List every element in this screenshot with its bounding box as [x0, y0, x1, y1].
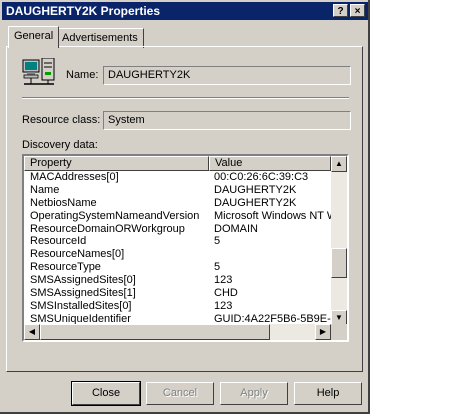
separator	[22, 97, 349, 99]
property-cell: SMSAssignedSites[0]	[30, 274, 136, 287]
column-header-property[interactable]: Property	[24, 156, 209, 171]
table-row[interactable]: SMSInstalledSites[0] 123	[24, 300, 331, 313]
property-cell: NetbiosName	[30, 196, 97, 209]
property-cell: Name	[30, 183, 60, 196]
table-row[interactable]: ResourceId 5	[24, 235, 331, 248]
property-cell: SMSAssignedSites[1]	[30, 287, 136, 300]
help-button[interactable]: Help	[294, 382, 362, 405]
resource-class-label: Resource class:	[22, 114, 101, 126]
table-row[interactable]: ResourceType 5	[24, 261, 331, 274]
apply-button[interactable]: Apply	[220, 382, 288, 405]
computer-icon	[22, 58, 55, 85]
table-row[interactable]: ResourceDomainORWorkgroup DOMAIN	[24, 223, 331, 236]
property-cell: MACAddresses[0]	[30, 171, 119, 183]
name-field[interactable]: DAUGHERTY2K	[103, 66, 351, 85]
close-button[interactable]: Close	[71, 381, 141, 406]
scroll-up-icon[interactable]: ▲	[331, 156, 347, 172]
table-row[interactable]: NetbiosName DAUGHERTY2K	[24, 197, 331, 210]
tab-general[interactable]: General	[8, 26, 60, 48]
name-label: Name:	[66, 69, 99, 81]
scroll-right-icon[interactable]: ▶	[315, 324, 331, 340]
tab-advertisements[interactable]: Advertisements	[56, 28, 144, 48]
scroll-left-icon[interactable]: ◀	[24, 324, 40, 340]
horizontal-scroll-thumb[interactable]	[40, 324, 270, 340]
table-row[interactable]: OperatingSystemNameandVersion Microsoft W…	[24, 210, 331, 223]
value-cell: 00:C0:26:6C:39:C3	[214, 171, 309, 183]
table-row[interactable]: SMSAssignedSites[0] 123	[24, 274, 331, 287]
vertical-scrollbar[interactable]: ▲ ▼	[331, 156, 347, 326]
title-bar[interactable]: DAUGHERTY2K Properties ? ×	[2, 2, 368, 20]
table-row[interactable]: Name DAUGHERTY2K	[24, 184, 331, 197]
value-cell: 5	[214, 235, 221, 248]
property-cell: SMSInstalledSites[0]	[30, 299, 132, 312]
vertical-scroll-thumb[interactable]	[331, 248, 347, 278]
property-cell: ResourceDomainORWorkgroup	[30, 222, 185, 235]
resource-class-field[interactable]: System	[103, 111, 351, 130]
window-title: DAUGHERTY2K Properties	[6, 4, 161, 18]
cancel-button[interactable]: Cancel	[146, 382, 214, 405]
column-header-value[interactable]: Value	[209, 156, 331, 171]
help-title-button[interactable]: ?	[333, 4, 348, 17]
value-cell: Microsoft Windows NT Wor	[214, 209, 331, 222]
property-cell: ResourceNames[0]	[30, 248, 125, 261]
value-cell: 123	[214, 299, 233, 312]
value-cell: 123	[214, 274, 233, 287]
close-title-button[interactable]: ×	[350, 4, 365, 17]
value-cell: CHD	[214, 287, 238, 300]
table-row[interactable]: MACAddresses[0] 00:C0:26:6C:39:C3	[24, 171, 331, 184]
value-cell: DOMAIN	[214, 222, 258, 235]
property-cell: ResourceId	[30, 235, 87, 248]
value-cell: DAUGHERTY2K	[214, 196, 297, 209]
table-row[interactable]: SMSAssignedSites[1] CHD	[24, 287, 331, 300]
value-cell: DAUGHERTY2K	[214, 183, 297, 196]
horizontal-scrollbar[interactable]: ◀ ▶	[24, 324, 331, 340]
property-cell: ResourceType	[30, 261, 101, 274]
properties-dialog: DAUGHERTY2K Properties ? × General Adver…	[0, 0, 370, 414]
value-cell: 5	[214, 261, 221, 274]
discovery-data-list[interactable]: Property Value MACAddresses[0] 00:C0:26:6…	[22, 154, 349, 342]
table-row[interactable]: ResourceNames[0]	[24, 248, 331, 261]
property-cell: OperatingSystemNameandVersion	[30, 209, 200, 222]
scrollbar-corner	[331, 324, 347, 340]
discovery-data-label: Discovery data:	[22, 139, 98, 151]
list-rows: MACAddresses[0] 00:C0:26:6C:39:C3 Name DAUG…	[24, 171, 331, 339]
